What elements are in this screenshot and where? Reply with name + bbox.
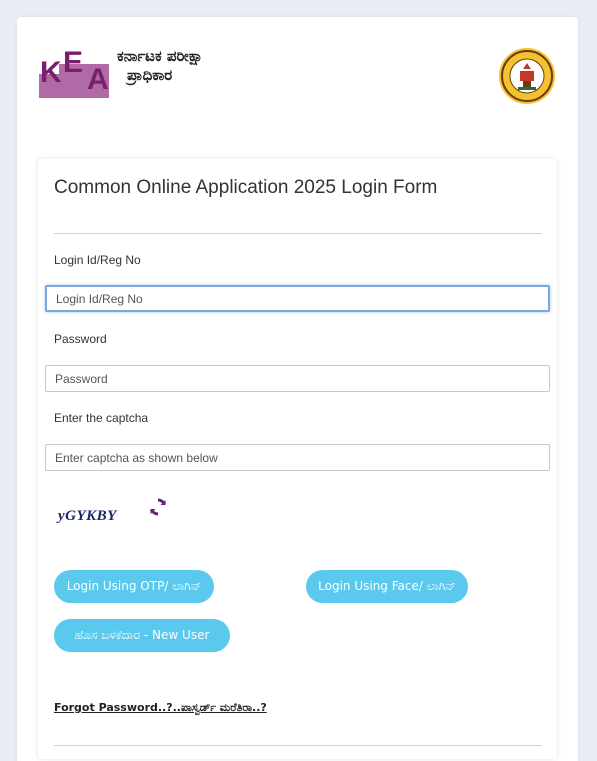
- svg-text:K: K: [40, 56, 62, 89]
- org-name: ಕರ್ನಾಟಕ ಪರೀಕ್ಷಾ ಪ್ರಾಧಿಕಾರ: [117, 47, 203, 85]
- login-id-label: Login Id/Reg No: [54, 253, 141, 267]
- new-user-button[interactable]: ಹೊಸ ಬಳಕೆದಾರ - New User: [54, 619, 230, 652]
- password-input[interactable]: [45, 365, 550, 392]
- refresh-icon[interactable]: [148, 497, 168, 517]
- svg-text:E: E: [63, 46, 83, 79]
- org-name-line1: ಕರ್ನಾಟಕ ಪರೀಕ್ಷಾ: [117, 47, 204, 65]
- divider-top: [54, 233, 542, 234]
- captcha-input[interactable]: [45, 444, 550, 471]
- org-name-line2: ಪ್ರಾಧಿಕಾರ: [127, 66, 173, 84]
- login-id-input[interactable]: [45, 285, 550, 312]
- login-card: Common Online Application 2025 Login For…: [38, 159, 557, 759]
- face-login-button[interactable]: Login Using Face/ ಲಾಗಿನ್: [306, 570, 468, 603]
- otp-login-button[interactable]: Login Using OTP/ ಲಾಗಿನ್: [54, 570, 214, 603]
- divider-bottom: [54, 745, 542, 746]
- captcha-image: yGYKBY: [58, 508, 117, 524]
- svg-text:A: A: [87, 63, 109, 96]
- page-container: K E A ಕರ್ನಾಟಕ ಪರೀಕ್ಷಾ ಪ್ರಾಧಿಕಾರ Common O…: [17, 17, 578, 761]
- captcha-label: Enter the captcha: [54, 411, 149, 425]
- form-title: Common Online Application 2025 Login For…: [54, 177, 438, 198]
- government-emblem-icon: [498, 47, 556, 105]
- password-label: Password: [54, 332, 107, 346]
- forgot-password-link[interactable]: Forgot Password..?..ಪಾಸ್ವರ್ಡ್ ಮರೆತಿರಾ..?: [54, 701, 267, 715]
